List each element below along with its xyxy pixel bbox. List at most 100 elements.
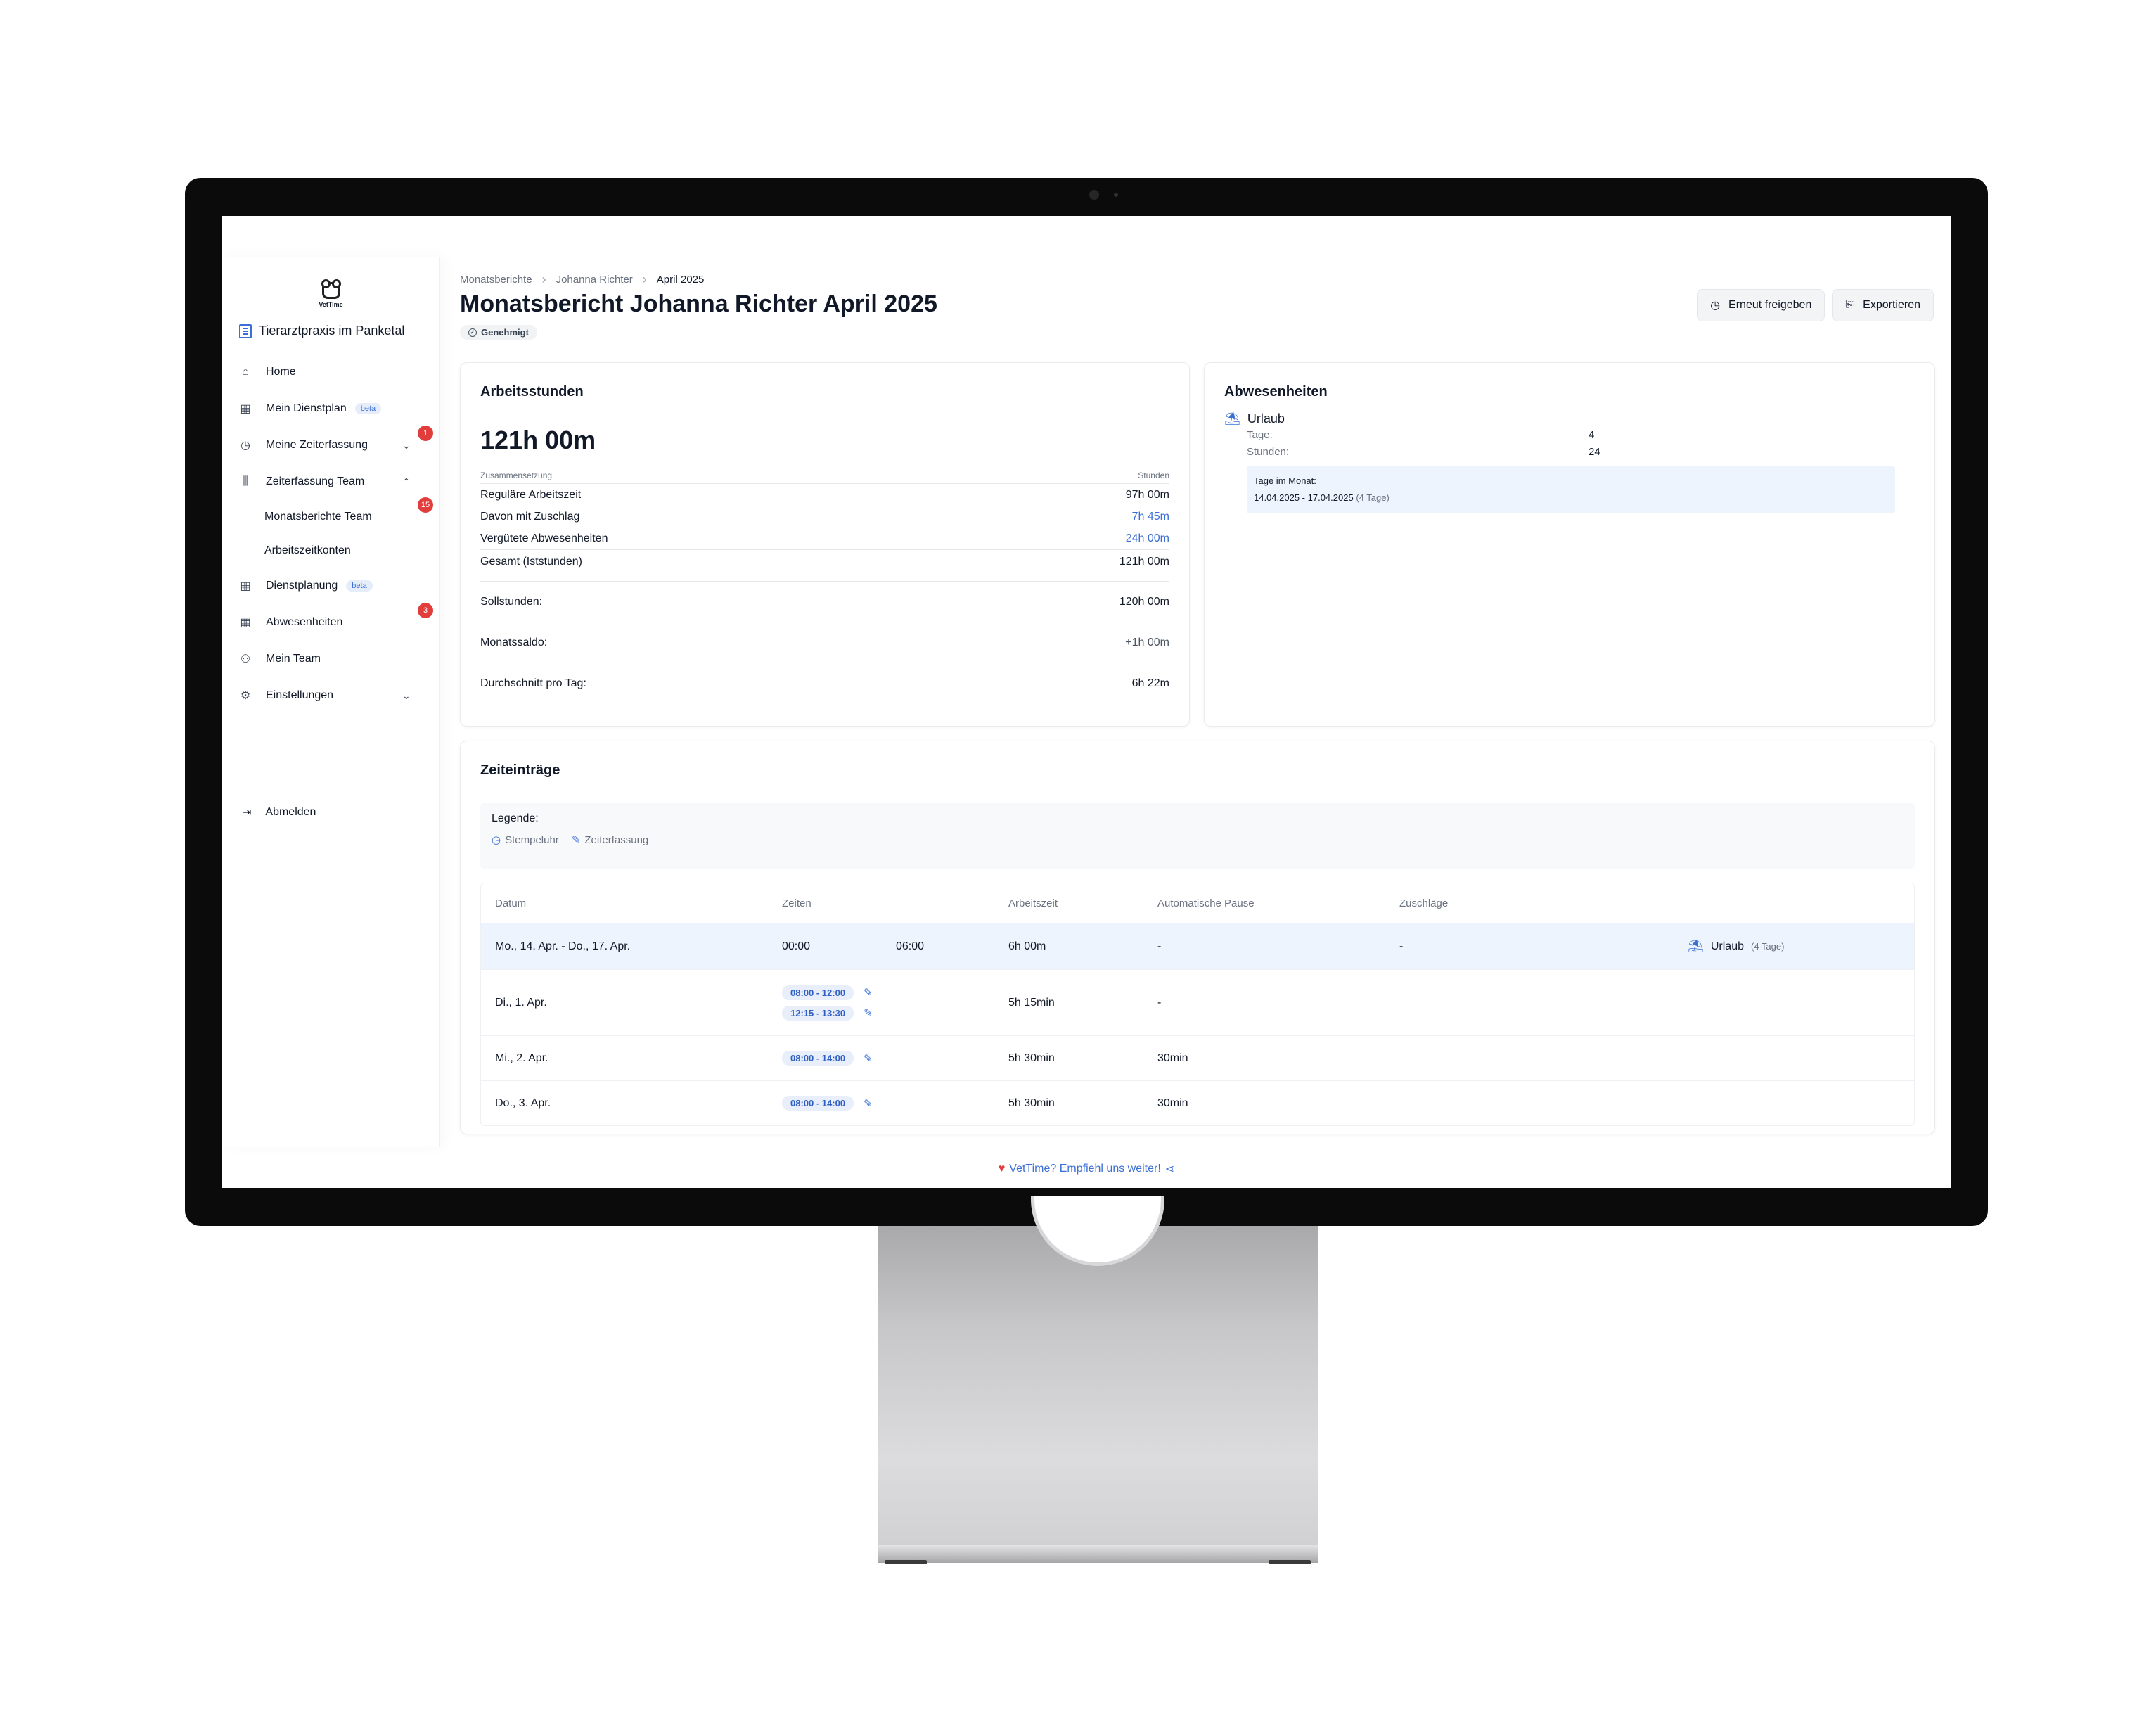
absence-type: ⛱ Urlaub — [1224, 411, 1915, 426]
cell-date: Di., 1. Apr. — [495, 996, 547, 1009]
cell-date: Do., 3. Apr. — [495, 1097, 551, 1109]
building-icon — [239, 324, 252, 338]
sidebar-item-dienstplanung[interactable]: ▦ Dienstplanung beta — [222, 568, 439, 604]
pencil-icon[interactable]: ✎ — [864, 1006, 873, 1019]
hours-row: Davon mit Zuschlag 7h 45m — [480, 506, 1169, 528]
sidebar-nav: ⌂ Home ▦ Mein Dienstplan beta ◷ Meine Ze… — [222, 354, 439, 714]
sidebar-item-monatsberichte-team[interactable]: Monatsberichte Team 15 — [222, 497, 439, 534]
sidebar-item-label: Dienstplanung — [266, 580, 338, 592]
logo-icon — [321, 279, 341, 299]
sidebar-item-meine-zeiterfassung[interactable]: ◷ Meine Zeiterfassung ⌄ 1 — [222, 426, 439, 464]
time-chip[interactable]: 08:00 - 14:00 — [782, 1096, 854, 1111]
chevron-up-icon: ⌃ — [402, 475, 411, 487]
sidebar-item-mein-team[interactable]: ⚇ Mein Team — [222, 641, 439, 677]
file-export-icon: ⎘ — [1845, 299, 1855, 311]
button-label: Exportieren — [1863, 299, 1920, 311]
time-entry: 08:00 - 12:00 ✎ — [782, 985, 1008, 1000]
pencil-icon[interactable]: ✎ — [864, 1097, 873, 1110]
pencil-icon: ✎ — [571, 834, 581, 846]
box-label: Tage im Monat: — [1254, 475, 1316, 486]
card-title: Abwesenheiten — [1224, 384, 1328, 399]
status-label: Genehmigt — [481, 327, 529, 338]
referral-link[interactable]: VetTime? Empfiehl uns weiter! — [1009, 1163, 1161, 1175]
referral-footer[interactable]: ♥ VetTime? Empfiehl uns weiter! ⋖ — [222, 1149, 1951, 1188]
breadcrumb-item[interactable]: Johanna Richter — [556, 274, 633, 286]
sidebar-item-label: Mein Team — [266, 653, 321, 665]
hours-row: Vergütete Abwesenheiten 24h 00m — [480, 528, 1169, 549]
palm-tree-icon: ⛱ — [1224, 411, 1240, 426]
sidebar-item-home[interactable]: ⌂ Home — [222, 354, 439, 390]
sidebar-item-einstellungen[interactable]: ⚙ Einstellungen ⌄ — [222, 677, 439, 714]
home-icon: ⌂ — [242, 366, 249, 378]
sidebar-item-arbeitszeitkonten[interactable]: Arbeitszeitkonten — [222, 534, 439, 568]
practice-selector[interactable]: Tierarztpraxis im Panketal — [239, 324, 439, 338]
clock-icon: ◷ — [492, 834, 501, 846]
share-icon[interactable]: ⋖ — [1165, 1162, 1174, 1176]
pencil-icon[interactable]: ✎ — [864, 986, 873, 999]
day-count: (4 Tage) — [1356, 492, 1390, 503]
sidebar-item-label: Mein Dienstplan — [266, 402, 347, 414]
chevron-down-icon: ⌄ — [402, 689, 411, 701]
column-header: Datum — [495, 897, 527, 909]
cell-absence: ⛱ Urlaub (4 Tage) — [1688, 939, 1914, 954]
cell-date: Mi., 2. Apr. — [495, 1051, 548, 1064]
beta-tag: beta — [346, 580, 373, 592]
days-row: Tage: 4 — [1247, 426, 1915, 443]
cell-times: 08:00 - 14:00 ✎ — [782, 1051, 1008, 1066]
breadcrumb-item[interactable]: Monatsberichte — [460, 274, 532, 286]
header-actions: ◷ Erneut freigeben ⎘ Exportieren — [1697, 289, 1934, 321]
logout-button[interactable]: ⇥ Abmelden — [242, 805, 316, 819]
column-header: Zusammensetzung — [480, 471, 553, 480]
time-entry: 08:00 - 14:00 ✎ — [782, 1051, 1008, 1066]
release-again-button[interactable]: ◷ Erneut freigeben — [1697, 289, 1825, 321]
total-hours: 121h 00m — [480, 426, 596, 454]
time-chip[interactable]: 08:00 - 12:00 — [782, 985, 854, 1000]
legend-items: ◷ Stempeluhr ✎ Zeiterfassung — [492, 833, 1904, 846]
row-value: 120h 00m — [1119, 595, 1169, 608]
export-button[interactable]: ⎘ Exportieren — [1832, 289, 1934, 321]
row-value[interactable]: 24h 00m — [1126, 532, 1169, 545]
sidebar-item-label: Home — [266, 366, 296, 378]
row-label: Tage: — [1247, 428, 1273, 441]
stand-foot — [1269, 1560, 1311, 1564]
app-logo[interactable]: VetTime — [316, 279, 347, 308]
row-value[interactable]: 7h 45m — [1132, 511, 1169, 523]
logout-icon: ⇥ — [242, 807, 252, 819]
cell-pause: - — [1157, 996, 1162, 1009]
row-label: Vergütete Abwesenheiten — [480, 532, 608, 544]
cell-pause: - — [1157, 940, 1162, 952]
table-row[interactable]: Mo., 14. Apr. - Do., 17. Apr. 00:00 06:0… — [481, 923, 1914, 969]
notification-badge: 15 — [418, 497, 433, 513]
row-value: +1h 00m — [1125, 636, 1169, 648]
row-value: 24 — [1589, 445, 1600, 458]
cell-date: Mo., 14. Apr. - Do., 17. Apr. — [495, 940, 631, 952]
legend: Legende: ◷ Stempeluhr ✎ Zeiterfassung — [480, 803, 1915, 869]
sidebar-item-abwesenheiten[interactable]: ▦ Abwesenheiten 3 — [222, 603, 439, 641]
time-chip[interactable]: 08:00 - 14:00 — [782, 1051, 854, 1066]
hours-row-total: Gesamt (Iststunden) 121h 00m — [480, 549, 1169, 582]
breadcrumb: Monatsberichte › Johanna Richter › April… — [460, 272, 1934, 286]
pencil-icon[interactable]: ✎ — [864, 1052, 873, 1065]
absence-days: (4 Tage) — [1751, 941, 1785, 952]
stand-foot — [885, 1560, 927, 1564]
table-row[interactable]: Mi., 2. Apr. 08:00 - 14:00 ✎ 5h 30min 30… — [481, 1035, 1914, 1080]
column-header: Stunden — [1138, 471, 1169, 480]
hours-row: Reguläre Arbeitszeit 97h 00m — [480, 484, 1169, 506]
camera-sensor — [1114, 193, 1118, 197]
work-hours-card: Arbeitsstunden 121h 00m Zusammensetzung … — [460, 362, 1190, 727]
table-row[interactable]: Do., 3. Apr. 08:00 - 14:00 ✎ 5h 30min 30… — [481, 1080, 1914, 1125]
sidebar-item-mein-dienstplan[interactable]: ▦ Mein Dienstplan beta — [222, 390, 439, 427]
balance-row: Monatssaldo: +1h 00m — [480, 622, 1169, 663]
row-label: Gesamt (Iststunden) — [480, 556, 582, 568]
table-row[interactable]: Di., 1. Apr. 08:00 - 12:00 ✎ 12:15 - 13:… — [481, 969, 1914, 1035]
column-header: Zeiten — [782, 897, 811, 909]
sidebar-item-zeiterfassung-team[interactable]: ⫼ Zeiterfassung Team ⌃ — [222, 464, 439, 500]
row-label: Davon mit Zuschlag — [480, 510, 580, 523]
notification-badge: 1 — [418, 426, 433, 441]
cell-pause: 30min — [1157, 1097, 1188, 1109]
time-chip[interactable]: 12:15 - 13:30 — [782, 1005, 854, 1021]
palm-tree-icon: ⛱ — [1688, 939, 1704, 953]
sidebar-item-label: Abwesenheiten — [266, 616, 343, 628]
sidebar-item-label: Monatsberichte Team — [264, 511, 372, 523]
legend-label: Legende: — [492, 812, 539, 824]
